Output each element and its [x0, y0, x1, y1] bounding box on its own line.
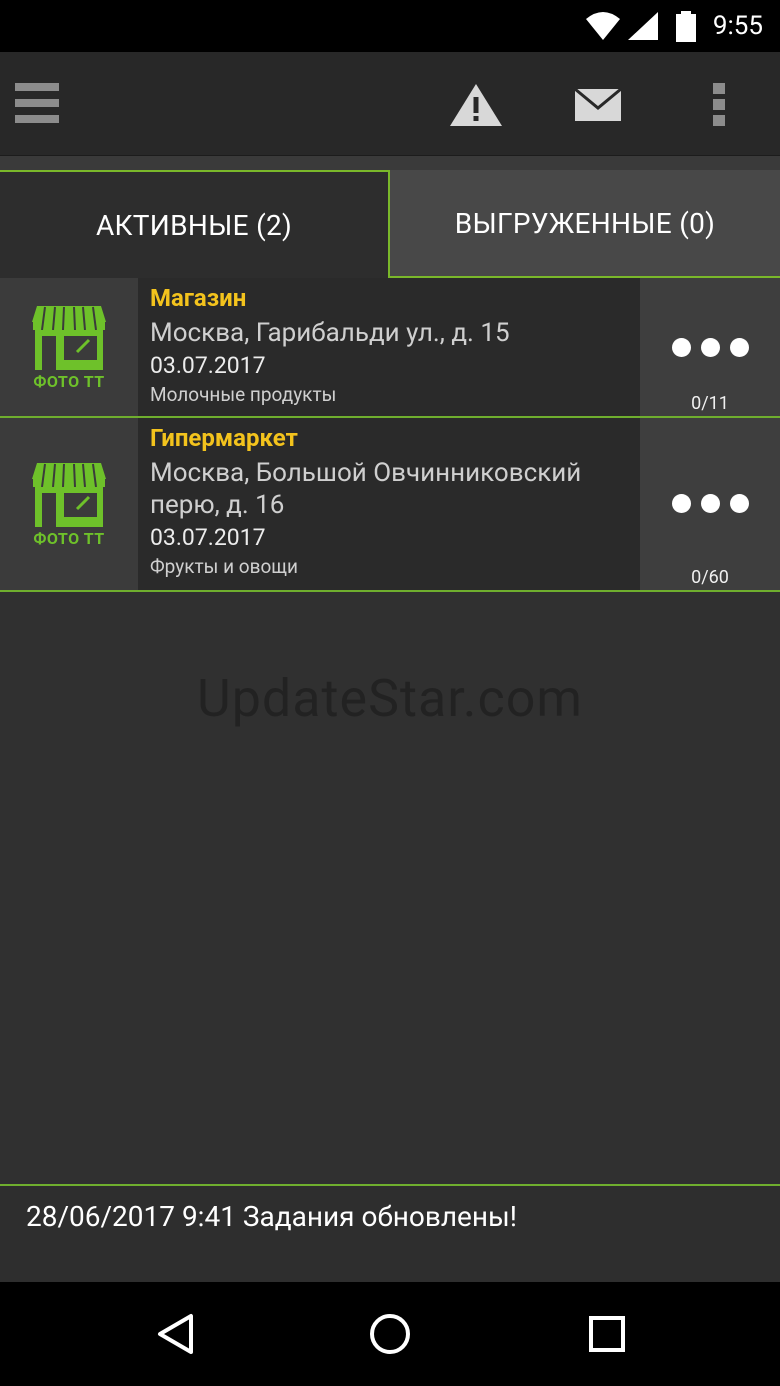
task-item[interactable]: ФОТО ТТ Магазин Москва, Гарибальди ул., … [0, 278, 780, 418]
recent-apps-icon[interactable] [582, 1312, 632, 1356]
storefront-icon [32, 462, 106, 527]
task-more-button[interactable]: 0/60 [640, 418, 780, 590]
status-bar: 9:55 [0, 0, 780, 52]
wifi-icon [585, 11, 621, 45]
task-info[interactable]: Магазин Москва, Гарибальди ул., д. 15 03… [150, 278, 640, 416]
task-counter: 0/60 [691, 567, 729, 588]
envelope-icon[interactable] [570, 82, 626, 128]
photo-tt-label: ФОТО ТТ [33, 371, 105, 391]
task-date: 03.07.2017 [150, 524, 266, 551]
app-toolbar [0, 52, 780, 156]
hamburger-menu-icon[interactable] [10, 76, 64, 130]
task-counter: 0/11 [691, 393, 729, 414]
task-item[interactable]: ФОТО ТТ Гипермаркет Москва, Большой Овчи… [0, 418, 780, 592]
more-dots-icon [640, 338, 780, 357]
task-date: 03.07.2017 [150, 352, 266, 379]
battery-icon [675, 11, 697, 47]
home-icon[interactable] [365, 1312, 415, 1356]
cellular-signal-icon [627, 11, 659, 45]
tab-uploaded[interactable]: ВЫГРУЖЕННЫЕ (0) [390, 170, 780, 278]
task-info[interactable]: Гипермаркет Москва, Большой Овчинниковск… [150, 418, 640, 590]
overflow-menu-icon[interactable] [704, 78, 734, 132]
task-more-button[interactable]: 0/11 [640, 278, 780, 416]
warning-icon[interactable] [446, 78, 506, 132]
tab-active[interactable]: АКТИВНЫЕ (2) [0, 170, 390, 278]
back-icon[interactable] [150, 1312, 200, 1356]
task-address: Москва, Гарибальди ул., д. 15 [150, 318, 510, 348]
system-navigation-bar [0, 1282, 780, 1386]
sync-status-message: 28/06/2017 9:41 Задания обновлены! [26, 1200, 517, 1233]
task-address: Москва, Большой Овчинниковский перю, д. … [150, 458, 582, 520]
tab-bar: АКТИВНЫЕ (2) ВЫГРУЖЕННЫЕ (0) [0, 156, 780, 278]
task-list: ФОТО ТТ Магазин Москва, Гарибальди ул., … [0, 278, 780, 1184]
storefront-icon [32, 305, 106, 370]
status-time: 9:55 [712, 11, 763, 41]
watermark: UpdateStar.com [197, 668, 583, 729]
store-photo-thumbnail[interactable]: ФОТО ТТ [0, 418, 138, 590]
task-category: Фрукты и овощи [150, 555, 299, 578]
task-name: Магазин [150, 284, 247, 312]
task-category: Молочные продукты [150, 383, 337, 406]
task-name: Гипермаркет [150, 424, 298, 452]
more-dots-icon [640, 494, 780, 513]
photo-tt-label: ФОТО ТТ [33, 528, 105, 548]
sync-status-bar: 28/06/2017 9:41 Задания обновлены! [0, 1184, 780, 1282]
store-photo-thumbnail[interactable]: ФОТО ТТ [0, 278, 138, 416]
